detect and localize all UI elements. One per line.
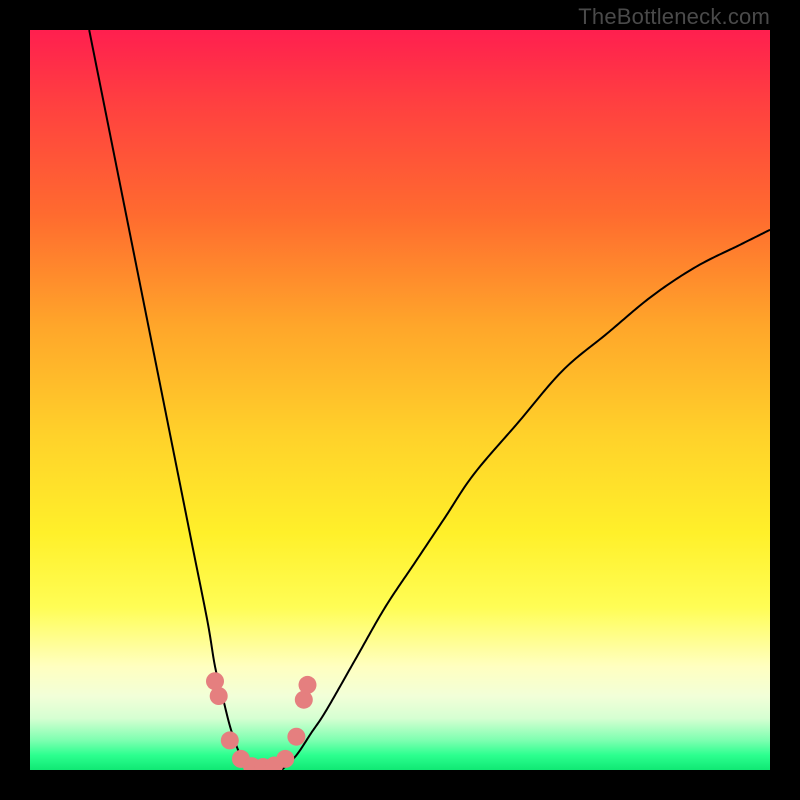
series-left-curve bbox=[89, 30, 252, 770]
data-marker bbox=[276, 750, 294, 768]
data-marker bbox=[210, 687, 228, 705]
plot-area bbox=[30, 30, 770, 770]
data-marker bbox=[221, 731, 239, 749]
watermark-text: TheBottleneck.com bbox=[578, 4, 770, 30]
data-marker bbox=[287, 728, 305, 746]
curve-layer bbox=[89, 30, 770, 770]
marker-layer bbox=[206, 672, 317, 770]
chart-svg bbox=[30, 30, 770, 770]
data-marker bbox=[299, 676, 317, 694]
series-right-curve bbox=[282, 230, 770, 770]
chart-frame: TheBottleneck.com bbox=[0, 0, 800, 800]
